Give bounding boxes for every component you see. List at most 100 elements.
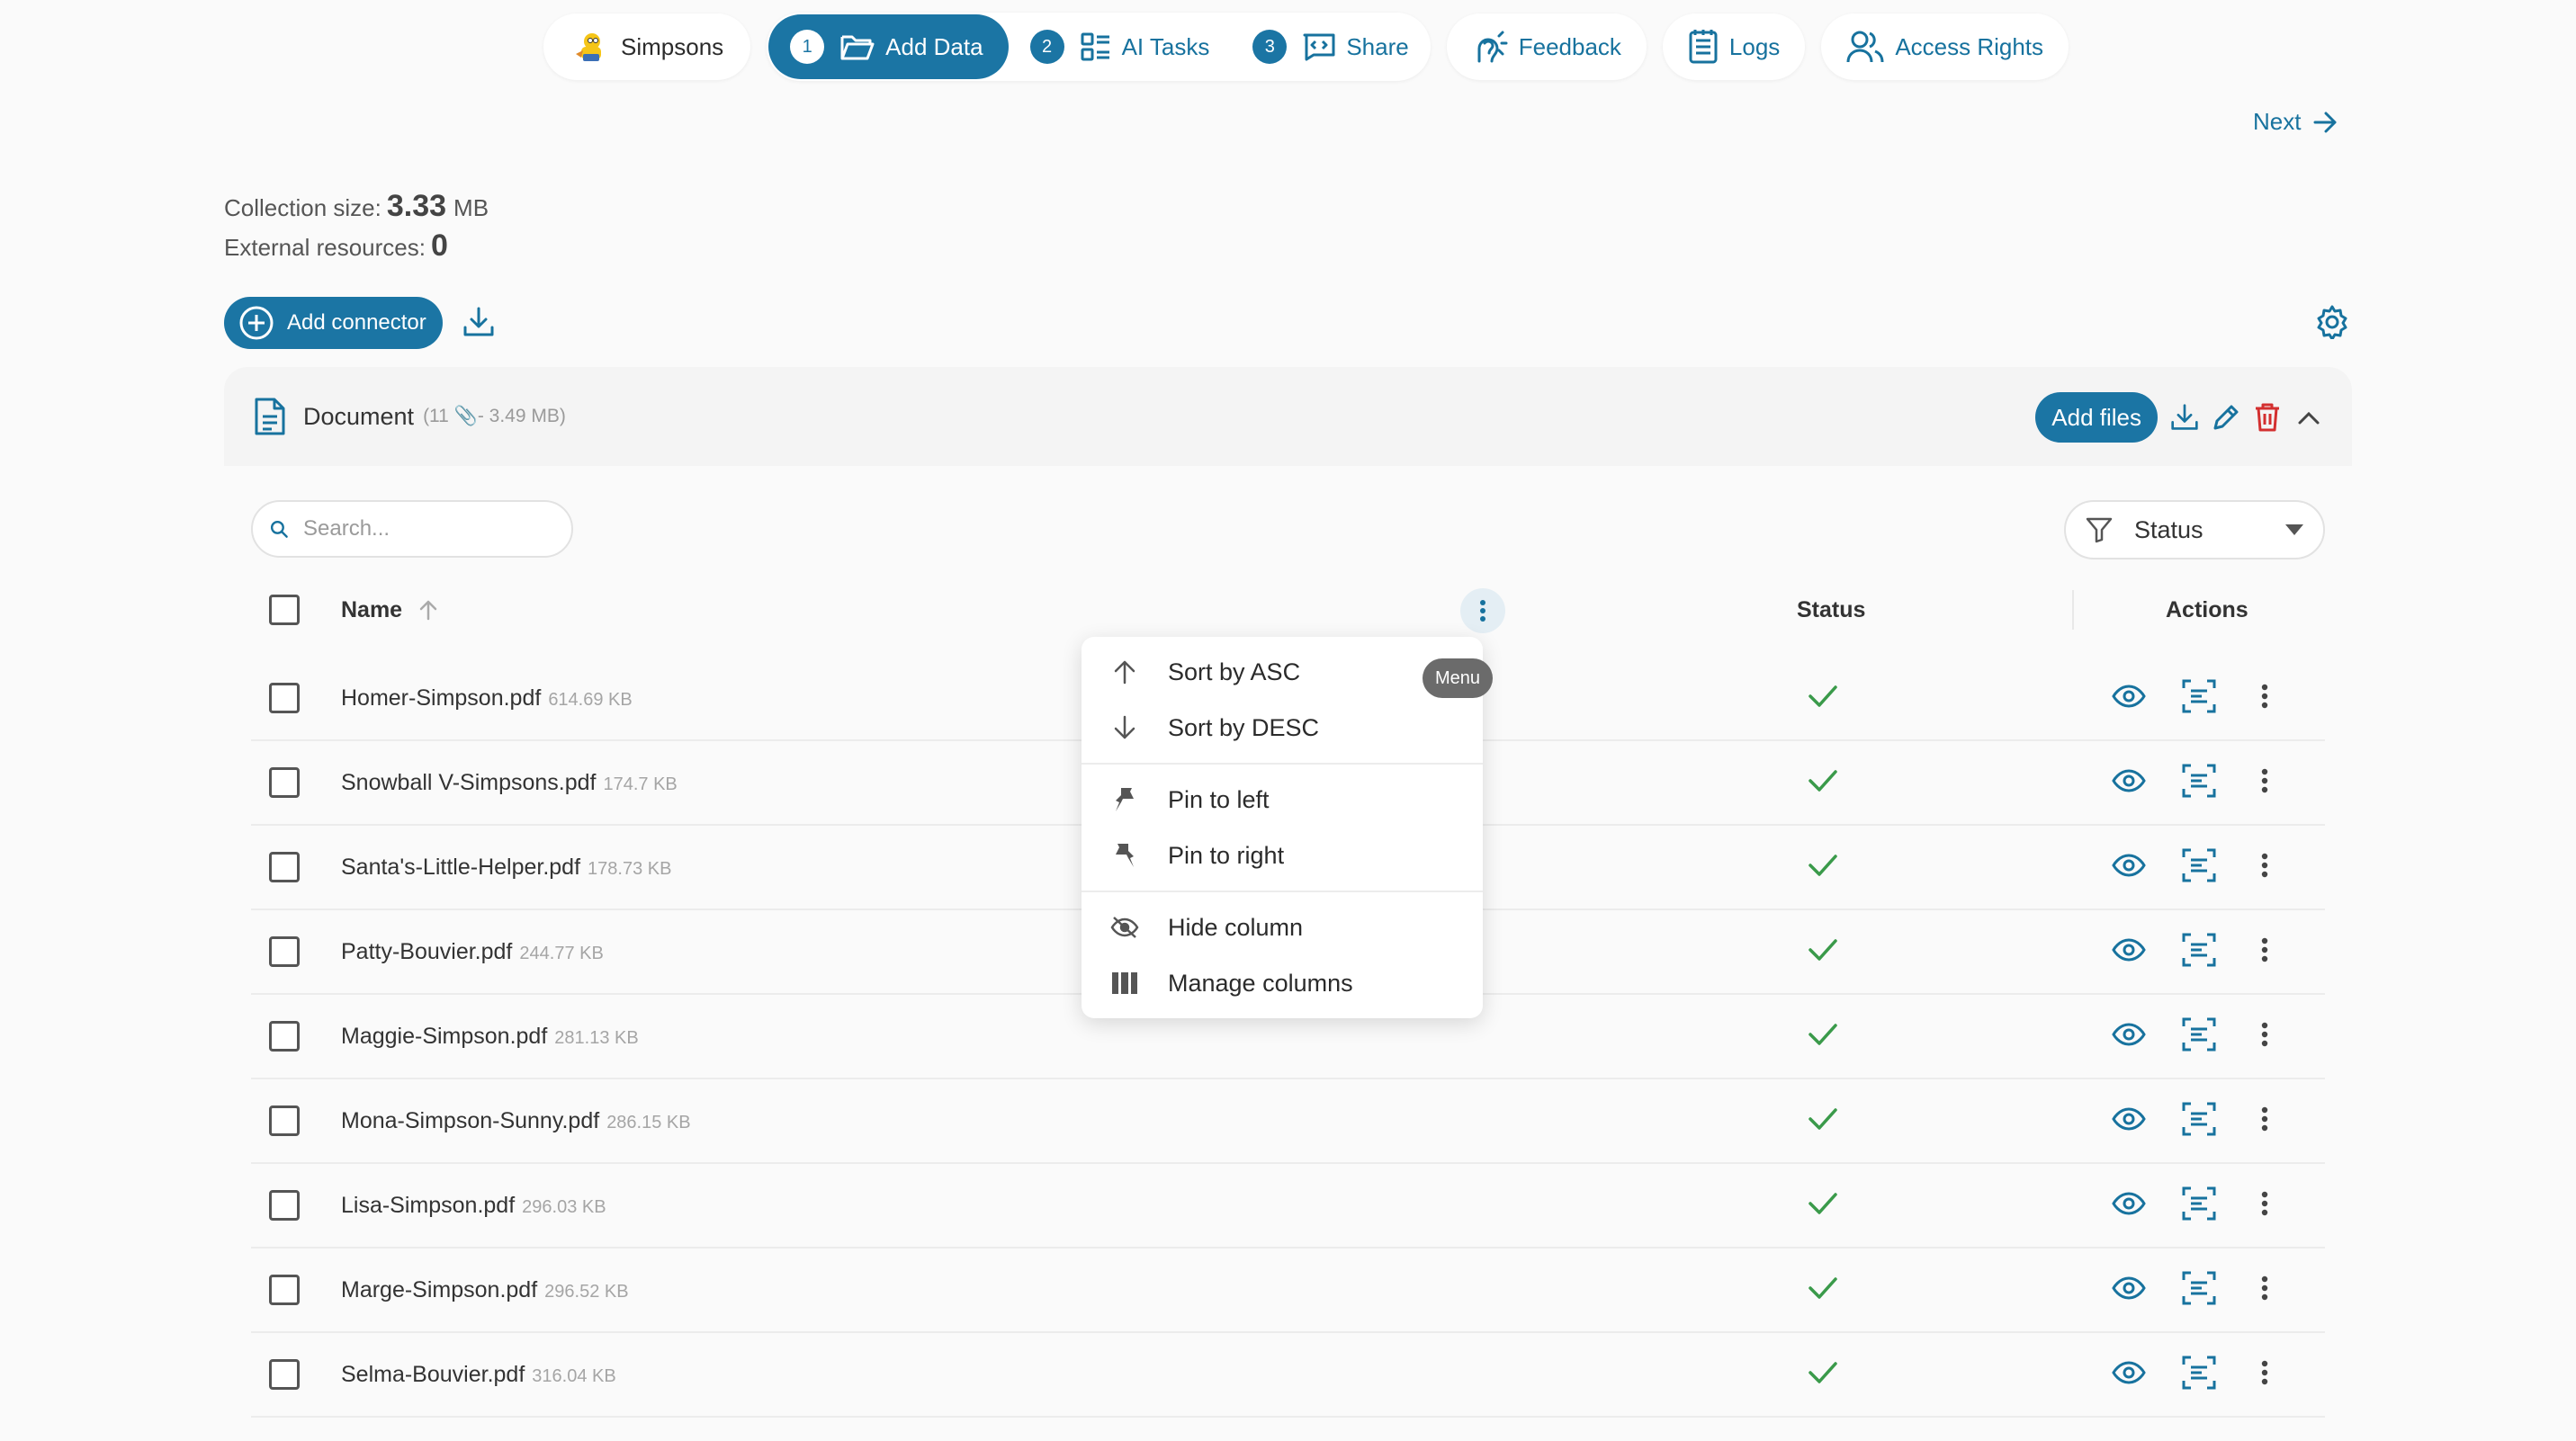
file-size: 281.13 KB — [554, 1027, 639, 1048]
delete-document-button[interactable] — [2251, 401, 2284, 434]
row-more-button[interactable] — [2261, 1191, 2268, 1221]
preview-button[interactable] — [2112, 1105, 2146, 1137]
feedback-button[interactable]: Feedback — [1446, 13, 1647, 80]
check-icon — [1809, 854, 1837, 876]
document-icon — [255, 398, 285, 435]
tab-add-data[interactable]: 1 Add Data — [768, 14, 1009, 79]
row-more-button[interactable] — [2261, 1106, 2268, 1136]
row-checkbox[interactable] — [269, 852, 300, 882]
external-resources-value: 0 — [430, 228, 448, 263]
status-success — [1808, 1023, 1838, 1051]
caret-down-icon — [2285, 524, 2303, 535]
collection-stats: Collection size: 3.33 MB External resource… — [224, 187, 489, 266]
logs-button[interactable]: Logs — [1662, 13, 1806, 80]
column-header-status[interactable]: Status — [1797, 597, 1865, 623]
menu-item-manage-columns[interactable]: Manage columns — [1082, 955, 1483, 1011]
tab-ai-tasks[interactable]: 2 AI Tasks — [1009, 14, 1232, 79]
check-icon — [1809, 685, 1837, 707]
file-size: 316.04 KB — [532, 1365, 616, 1386]
file-name: Marge-Simpson.pdf — [341, 1276, 538, 1302]
more-vertical-icon — [2261, 1275, 2268, 1300]
preview-button[interactable] — [2112, 1021, 2146, 1052]
row-checkbox[interactable] — [269, 1275, 300, 1305]
row-more-button[interactable] — [2261, 937, 2268, 967]
extract-text-button[interactable] — [2182, 1102, 2216, 1141]
download-document-button[interactable] — [2168, 401, 2201, 434]
status-filter-label: Status — [2134, 515, 2204, 543]
extract-text-button[interactable] — [2182, 933, 2216, 971]
file-name: Maggie-Simpson.pdf — [341, 1023, 548, 1049]
download-all-button[interactable] — [461, 304, 497, 340]
search-input[interactable] — [303, 516, 555, 541]
file-name-cell: Selma-Bouvier.pdf 316.04 KB — [341, 1362, 616, 1388]
extract-text-button[interactable] — [2182, 848, 2216, 887]
table-row[interactable]: Mona-Simpson-Sunny.pdf 286.15 KB — [251, 1079, 2325, 1164]
edit-document-button[interactable] — [2210, 401, 2242, 434]
column-header-name[interactable]: Name — [341, 597, 438, 623]
row-checkbox[interactable] — [269, 1021, 300, 1052]
preview-button[interactable] — [2112, 1359, 2146, 1391]
table-row[interactable]: Marge-Simpson.pdf 296.52 KB — [251, 1249, 2325, 1333]
scan-text-icon — [2182, 933, 2216, 966]
column-header-actions: Actions — [2166, 596, 2248, 622]
file-name-cell: Homer-Simpson.pdf 614.69 KB — [341, 685, 633, 712]
project-button[interactable]: Simpsons — [543, 13, 751, 80]
document-meta: (11 📎- 3.49 MB) — [423, 406, 566, 426]
menu-item-pin-right[interactable]: Pin to right — [1082, 828, 1483, 883]
settings-button[interactable] — [2314, 304, 2350, 340]
row-more-button[interactable] — [2261, 853, 2268, 882]
preview-button[interactable] — [2112, 1275, 2146, 1306]
next-button[interactable]: Next — [2253, 108, 2338, 136]
preview-button[interactable] — [2112, 683, 2146, 714]
row-more-button[interactable] — [2261, 768, 2268, 798]
menu-item-sort-desc[interactable]: Sort by DESC — [1082, 700, 1483, 756]
step-tabs: 1 Add Data 2 AI Tasks 3 Share — [767, 13, 1431, 81]
more-vertical-icon — [2261, 853, 2268, 877]
extract-text-button[interactable] — [2182, 1271, 2216, 1310]
extract-text-button[interactable] — [2182, 1356, 2216, 1394]
feedback-icon — [1477, 31, 1508, 63]
collapse-button[interactable] — [2293, 401, 2325, 434]
row-checkbox[interactable] — [269, 1105, 300, 1136]
file-size: 614.69 KB — [548, 689, 633, 710]
preview-button[interactable] — [2112, 852, 2146, 883]
table-row[interactable]: Lisa-Simpson.pdf 296.03 KB — [251, 1164, 2325, 1249]
extract-text-button[interactable] — [2182, 764, 2216, 802]
table-row[interactable]: Selma-Bouvier.pdf 316.04 KB — [251, 1333, 2325, 1418]
menu-item-pin-left[interactable]: Pin to left — [1082, 772, 1483, 828]
eye-icon — [2112, 1275, 2146, 1300]
file-name: Selma-Bouvier.pdf — [341, 1361, 525, 1387]
menu-item-label: Pin to left — [1168, 785, 1270, 813]
access-rights-button[interactable]: Access Rights — [1821, 13, 2069, 80]
eye-icon — [2112, 853, 2146, 877]
row-checkbox[interactable] — [269, 767, 300, 798]
select-all-checkbox[interactable] — [269, 595, 300, 625]
row-checkbox[interactable] — [269, 683, 300, 713]
logs-icon — [1689, 30, 1718, 64]
search-field[interactable] — [251, 500, 573, 558]
status-success — [1808, 1361, 1838, 1389]
preview-button[interactable] — [2112, 767, 2146, 799]
row-checkbox[interactable] — [269, 936, 300, 967]
eye-icon — [2112, 1191, 2146, 1215]
row-more-button[interactable] — [2261, 684, 2268, 713]
row-more-button[interactable] — [2261, 1022, 2268, 1052]
status-filter-select[interactable]: Status — [2064, 500, 2325, 559]
row-more-button[interactable] — [2261, 1275, 2268, 1305]
extract-text-button[interactable] — [2182, 679, 2216, 718]
extract-text-button[interactable] — [2182, 1186, 2216, 1225]
extract-text-button[interactable] — [2182, 1017, 2216, 1056]
preview-button[interactable] — [2112, 1190, 2146, 1222]
column-menu-button[interactable] — [1460, 588, 1505, 633]
file-size: 286.15 KB — [606, 1112, 691, 1132]
more-vertical-icon — [2261, 1022, 2268, 1046]
preview-button[interactable] — [2112, 936, 2146, 968]
row-checkbox[interactable] — [269, 1190, 300, 1221]
tab-share[interactable]: 3 Share — [1231, 14, 1430, 79]
add-connector-button[interactable]: Add connector — [224, 297, 443, 349]
more-vertical-icon — [2261, 937, 2268, 962]
row-more-button[interactable] — [2261, 1360, 2268, 1390]
menu-item-hide-column[interactable]: Hide column — [1082, 900, 1483, 955]
add-files-button[interactable]: Add files — [2035, 392, 2158, 443]
row-checkbox[interactable] — [269, 1359, 300, 1390]
